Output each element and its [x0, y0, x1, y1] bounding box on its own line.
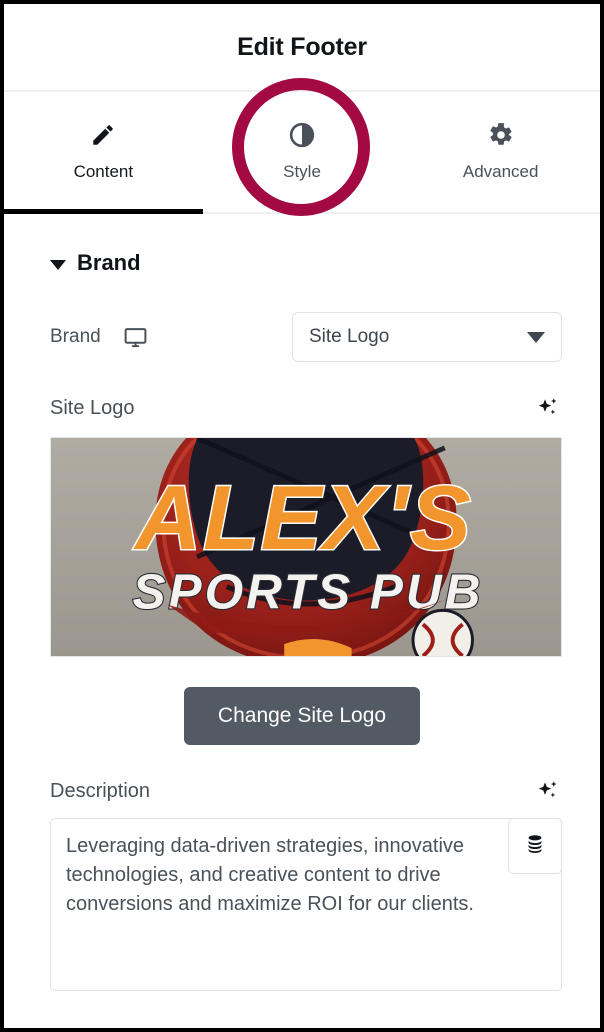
- description-field-wrap: [50, 818, 562, 996]
- description-label-row: Description: [4, 745, 600, 804]
- brand-select[interactable]: Site Logo: [292, 312, 562, 362]
- tab-bar: Content Style Advanced: [4, 78, 600, 216]
- brand-row-label: Brand: [50, 326, 101, 347]
- section-header-brand[interactable]: Brand: [4, 214, 600, 276]
- database-stack-icon: [524, 833, 546, 860]
- sparkle-ai-icon[interactable]: [535, 396, 560, 421]
- brand-select-value: Site Logo: [309, 326, 390, 347]
- change-site-logo-wrap: Change Site Logo: [4, 657, 600, 745]
- tab-content[interactable]: Content: [4, 92, 203, 214]
- tab-content-label: Content: [73, 162, 134, 181]
- tab-style[interactable]: Style: [203, 92, 402, 212]
- chevron-down-icon: [50, 259, 66, 270]
- section-title: Brand: [77, 250, 141, 275]
- tab-style-label: Style: [283, 162, 321, 181]
- pencil-icon: [90, 122, 116, 148]
- panel-header: Edit Footer: [4, 4, 600, 92]
- site-logo-label-row: Site Logo: [4, 362, 600, 421]
- description-input[interactable]: [50, 818, 562, 991]
- database-stack-icon-button[interactable]: [508, 818, 562, 874]
- svg-text:ALEX'S: ALEX'S: [133, 467, 472, 569]
- brand-select-wrapper: Site Logo: [292, 312, 562, 362]
- gear-icon: [488, 122, 514, 148]
- desktop-monitor-icon[interactable]: [123, 325, 148, 350]
- change-site-logo-button[interactable]: Change Site Logo: [183, 687, 421, 745]
- chevron-down-icon: [527, 331, 545, 343]
- site-logo-label: Site Logo: [50, 397, 135, 419]
- page-title: Edit Footer: [237, 32, 367, 61]
- tab-advanced[interactable]: Advanced: [401, 92, 600, 212]
- description-label: Description: [50, 780, 151, 802]
- tab-advanced-label: Advanced: [462, 162, 539, 181]
- contrast-icon: [289, 122, 315, 148]
- panel-body: Brand Brand Site Logo Site Logo ALEX'S S…: [4, 214, 600, 996]
- site-logo-preview[interactable]: ALEX'S SPORTS PUB: [50, 437, 562, 657]
- brand-field-row: Brand Site Logo: [4, 276, 600, 362]
- edit-footer-panel: Edit Footer Content Style Advanced Brand…: [0, 0, 604, 1032]
- site-logo-image: ALEX'S SPORTS PUB: [51, 438, 561, 656]
- sparkle-ai-icon[interactable]: [535, 779, 560, 804]
